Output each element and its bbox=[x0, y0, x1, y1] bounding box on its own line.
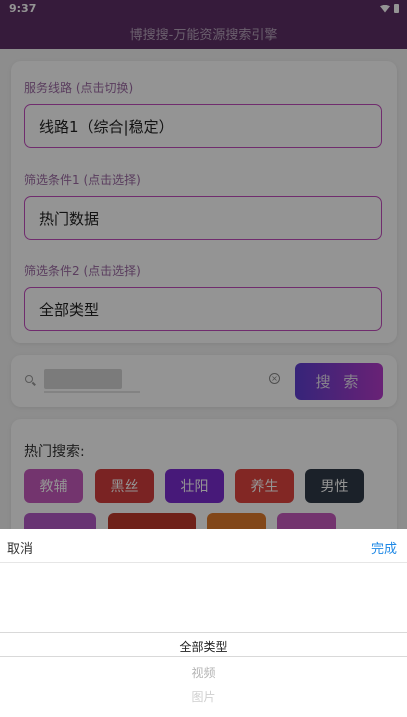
modal-overlay[interactable] bbox=[0, 49, 407, 529]
picker-option[interactable]: 图片 bbox=[0, 688, 407, 705]
picker-done-button[interactable]: 完成 bbox=[371, 538, 397, 557]
picker-selection-line-bottom bbox=[0, 656, 407, 657]
picker-header: 取消 完成 bbox=[0, 529, 407, 563]
picker-cancel-button[interactable]: 取消 bbox=[7, 538, 33, 557]
picker-option[interactable]: 视频 bbox=[0, 664, 407, 681]
type-picker: 取消 完成 全部类型 视频 图片 bbox=[0, 529, 407, 717]
modal-overlay-top bbox=[0, 0, 407, 49]
picker-option-selected[interactable]: 全部类型 bbox=[0, 638, 407, 655]
picker-selection-line-top bbox=[0, 632, 407, 633]
